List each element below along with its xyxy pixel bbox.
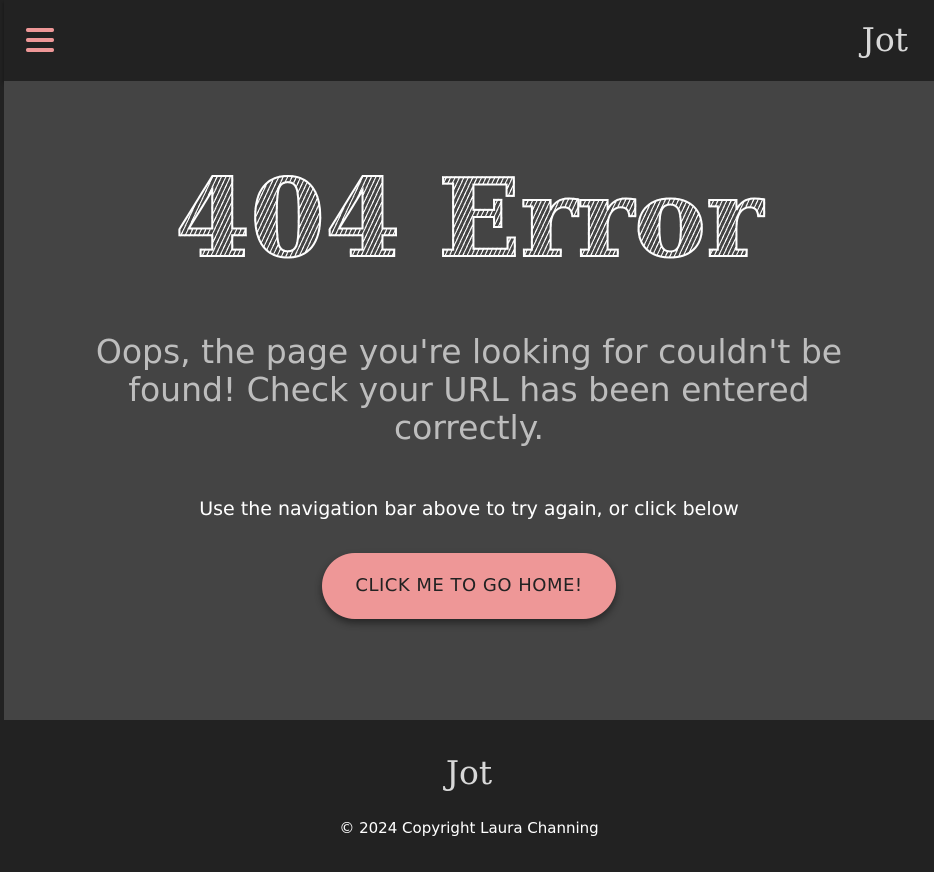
error-message: Oops, the page you're looking for couldn… [95,332,843,447]
navigation-hint: Use the navigation bar above to try agai… [199,498,739,520]
menu-bar-line [26,48,54,52]
menu-bar-line [26,38,54,42]
brand-logo-link[interactable]: Jot [862,18,908,62]
footer: Jot © 2024 Copyright Laura Channing [4,720,934,872]
navbar: Jot [4,0,934,81]
main-content: 404 Error Oops, the page you're looking … [4,81,934,720]
footer-brand-logo: Jot [445,753,493,792]
hamburger-menu-icon[interactable] [26,27,54,53]
go-home-button[interactable]: CLICK ME TO GO HOME! [322,553,616,619]
page: Jot 404 Error Oops, the page you're look… [4,0,934,872]
copyright-text: © 2024 Copyright Laura Channing [339,819,599,837]
menu-bar-line [26,28,54,32]
error-headline: 404 Error [4,158,934,280]
